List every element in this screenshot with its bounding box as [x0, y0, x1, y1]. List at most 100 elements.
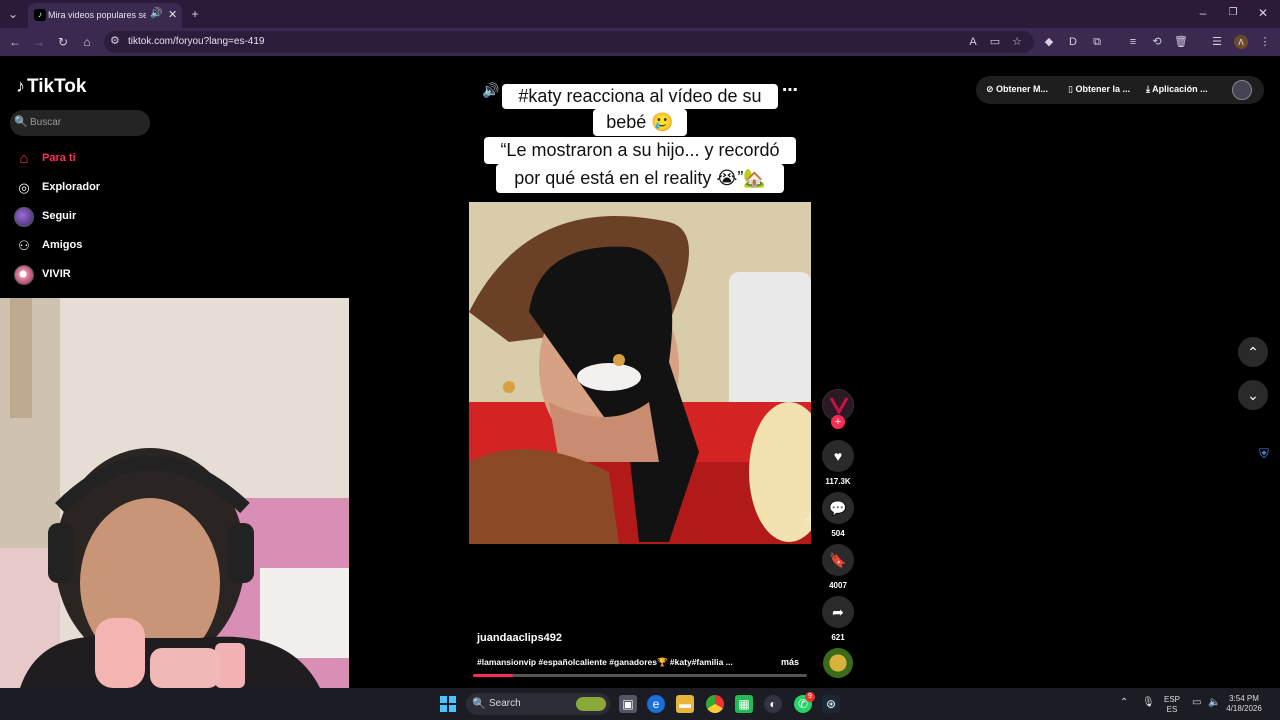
sidebar-item-label: Para ti — [42, 152, 76, 164]
address-bar[interactable]: ⚙ tiktok.com/foryou?lang=es-419 A ▭ ☆ — [104, 31, 1034, 53]
share-icon: ➦ — [832, 604, 844, 620]
sidebar-item-label: Seguir — [42, 210, 77, 222]
sidebar-item-para-ti[interactable]: ⌂ Para ti — [14, 148, 164, 170]
tab-audio-icon[interactable]: 🔊 — [150, 8, 162, 19]
follow-plus-button[interactable]: + — [831, 415, 845, 429]
task-view-icon[interactable]: ▣ — [619, 695, 637, 713]
tray-chevron-up-icon[interactable]: ⌃ — [1120, 698, 1128, 708]
restore-icon[interactable]: ❐ — [1226, 6, 1240, 20]
shield-extension-icon[interactable]: ⛨ — [1256, 446, 1272, 462]
tiktok-logo[interactable]: ♪ TikTok — [16, 76, 86, 98]
tab-close-icon[interactable]: ✕ — [168, 8, 177, 21]
comment-count: 504 — [831, 529, 845, 538]
chevron-up-icon: ⌃ — [1247, 344, 1259, 360]
caption-line-3: “Le mostraron a su hijo... y recordó — [484, 137, 796, 164]
chevron-down-icon: ⌄ — [1247, 387, 1259, 403]
clock[interactable]: 3:54 PM 4/18/2026 — [1224, 694, 1264, 714]
friends-icon: ⚇ — [18, 238, 30, 253]
more-options-icon[interactable]: ⋯ — [782, 80, 798, 100]
sidebar-item-vivir[interactable]: VIVIR — [14, 264, 164, 286]
video-progress-track[interactable] — [473, 674, 807, 677]
window-close-icon[interactable]: ✕ — [1256, 6, 1270, 20]
search-input[interactable]: 🔍 Buscar — [10, 110, 150, 136]
language-indicator[interactable]: ESP ES — [1162, 695, 1182, 715]
sidebar-item-label: Explorador — [42, 181, 101, 193]
sidebar-item-amigos[interactable]: ⚇ Amigos — [14, 235, 164, 257]
forward-icon[interactable]: → — [32, 35, 46, 49]
browser-toolbar: ← → ↻ ⌂ ⚙ tiktok.com/foryou?lang=es-419 … — [0, 28, 1280, 56]
desktop-app-button[interactable]: ⤓ Aplicación ... — [1146, 84, 1208, 95]
chrome-icon[interactable] — [706, 695, 724, 713]
app-icon[interactable]: ◐ — [764, 695, 782, 713]
tiktok-favicon-icon: ♪ — [34, 9, 46, 21]
edge-icon[interactable]: e — [647, 695, 665, 713]
taskbar-search[interactable]: 🔍 Search — [466, 693, 610, 715]
sound-icon[interactable]: 🔊 — [482, 82, 499, 99]
logo-text: TikTok — [27, 76, 87, 97]
extension-d-icon[interactable]: D — [1066, 35, 1080, 49]
browser-tab-bar: ⌄ ♪ Mira videos populares sele 🔊 ✕ + – ❐… — [0, 0, 1280, 28]
reload-icon[interactable]: ↻ — [56, 35, 70, 49]
browser-tab[interactable]: ♪ Mira videos populares sele 🔊 ✕ — [28, 3, 182, 28]
volume-icon[interactable]: 🔈 — [1208, 698, 1220, 708]
live-icon — [14, 265, 34, 285]
language-bottom: ES — [1166, 705, 1178, 714]
webcam-image — [0, 298, 349, 688]
microphone-icon[interactable]: 🎙 — [1142, 698, 1155, 708]
profile-avatar-icon[interactable]: ʌ — [1234, 35, 1248, 49]
top-right-actions: ⊘ Obtener M... ▯ Obtener la ... ⤓ Aplica… — [976, 76, 1264, 104]
share-button[interactable]: ➦ — [822, 596, 854, 628]
sidebar-item-seguir[interactable]: Seguir — [14, 206, 164, 228]
webcam-overlay — [0, 298, 349, 688]
windows-taskbar: 🔍 Search ▣ e ▬ ▦ ◐ ✆ 9 ⊛ ⌃ 🎙 ESP ES ▭ 🔈 … — [0, 688, 1280, 720]
bookmark-star-icon[interactable]: ☆ — [1010, 35, 1024, 49]
like-count: 117.3K — [825, 477, 851, 486]
sidebar-item-explorador[interactable]: ◎ Explorador — [14, 177, 164, 199]
video-player[interactable] — [469, 202, 811, 544]
tiktok-note-icon: ♪ — [16, 76, 25, 96]
previous-video-button[interactable]: ⌃ — [1238, 337, 1268, 367]
network-icon[interactable]: ▭ — [1192, 698, 1201, 708]
comment-button[interactable]: 💬 — [822, 492, 854, 524]
tab-search-icon[interactable]: ⌄ — [6, 7, 20, 21]
get-app-button[interactable]: ▯ Obtener la ... — [1068, 84, 1130, 95]
history-icon[interactable]: ⟲ — [1150, 35, 1164, 49]
delete-icon[interactable]: 🗑 — [1174, 35, 1188, 49]
windows-start-icon[interactable] — [439, 695, 457, 713]
menu-kebab-icon[interactable]: ⋮ — [1258, 35, 1272, 49]
more-link[interactable]: más — [781, 657, 799, 667]
compass-icon: ◎ — [18, 180, 30, 195]
mouse-cursor-icon: ☝ — [804, 512, 812, 527]
back-icon[interactable]: ← — [8, 35, 22, 49]
home-icon[interactable]: ⌂ — [80, 35, 94, 49]
taskbar-search-label: Search — [489, 698, 521, 709]
extension-bar-icon[interactable]: ≡ — [1126, 35, 1140, 49]
site-info-icon[interactable]: ⚙ — [110, 34, 120, 47]
file-explorer-icon[interactable]: ▬ — [676, 695, 694, 713]
steam-icon[interactable]: ⊛ — [822, 695, 840, 713]
extensions-puzzle-icon[interactable]: ⧉ — [1090, 35, 1104, 49]
video-progress-fill — [473, 674, 514, 677]
get-coins-button[interactable]: ⊘ Obtener M... — [986, 84, 1048, 95]
like-button[interactable]: ♥ — [822, 440, 854, 472]
video-author[interactable]: juandaaclips492 — [477, 632, 562, 644]
video-hashtags[interactable]: #lamansionvip #españolcaliente #ganadore… — [477, 657, 767, 668]
next-video-button[interactable]: ⌄ — [1238, 380, 1268, 410]
save-button[interactable]: 🔖 — [822, 544, 854, 576]
extension-diamond-icon[interactable]: ◆ — [1042, 35, 1056, 49]
reading-list-icon[interactable]: ☰ — [1210, 35, 1224, 49]
calculator-icon[interactable]: ▦ — [735, 695, 753, 713]
caption-line-4: por qué está en el reality 😭”🏡 — [496, 164, 784, 193]
language-top: ESP — [1163, 695, 1180, 704]
translate-icon[interactable]: A — [966, 35, 980, 49]
search-icon: 🔍 — [472, 698, 486, 710]
desktop-app-label: Aplicación ... — [1152, 84, 1208, 94]
save-count: 4007 — [829, 581, 847, 590]
new-tab-icon[interactable]: + — [188, 7, 202, 21]
profile-avatar[interactable] — [1232, 80, 1252, 100]
minimize-icon[interactable]: – — [1196, 6, 1210, 20]
cast-icon[interactable]: ▭ — [988, 35, 1002, 49]
tab-title: Mira videos populares sele — [48, 10, 146, 20]
bookmark-icon: 🔖 — [829, 552, 847, 568]
sound-disc-icon[interactable] — [823, 648, 853, 678]
